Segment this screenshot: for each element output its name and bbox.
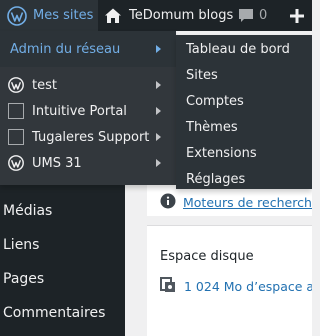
search-engines-label: Moteurs de recherche [183,195,312,210]
search-engines-link[interactable]: Moteurs de recherche [160,193,312,212]
chevron-right-icon [156,159,161,167]
sidebar-item-liens[interactable]: Liens [0,228,125,262]
disk-space-label: 1 024 Mo d’espace au [184,279,312,294]
network-admin-section: Admin du réseau [0,31,176,67]
chevron-right-icon [156,81,161,89]
admin-bar: Mes sites TeDomum blogs 0 [0,0,312,31]
submenu-item-comptes[interactable]: Comptes [186,88,244,114]
site-item-intuitive-portal[interactable]: Intuitive Portal [0,98,176,124]
disk-space-title: Espace disque [160,249,254,264]
comments-button[interactable]: 0 [238,0,267,31]
my-sites-button[interactable]: Mes sites [0,0,98,31]
my-sites-dropdown: Admin du réseau test Intuitive Portal Tu… [0,31,176,185]
blavatar-icon [8,129,24,145]
submenu-item-sites[interactable]: Sites [186,62,218,88]
info-icon [160,193,176,212]
blavatar-icon [8,103,24,119]
submenu-item-label: Thèmes [186,119,238,135]
sidebar-item-label: Médias [3,203,53,219]
wordpress-icon [8,155,24,175]
site-item-label: Tugaleres Support [32,129,150,145]
comments-count: 0 [259,8,268,23]
sidebar-item-label: Commentaires [3,305,106,321]
wp-admin-screen: Moteurs de recherche Espace disque 1 024… [0,0,312,336]
home-icon [104,7,122,25]
sidebar-item-label: Pages [3,271,45,287]
submenu-item-label: Comptes [186,93,244,109]
sites-list: test Intuitive Portal Tugaleres Support [0,67,176,185]
wordpress-icon [8,77,24,97]
sidebar-item-medias[interactable]: Médias [0,194,125,228]
chevron-right-icon [156,45,161,53]
submenu-item-themes[interactable]: Thèmes [186,114,238,140]
site-item-tugaleres-support[interactable]: Tugaleres Support [0,124,176,150]
network-admin-label: Admin du réseau [10,41,121,57]
disk-space-link[interactable]: 1 024 Mo d’espace au [160,277,312,296]
site-item-ums-31[interactable]: UMS 31 [0,150,176,176]
submenu-item-label: Réglages [186,171,246,187]
my-sites-label: Mes sites [33,8,94,23]
media-icon [160,277,177,296]
site-item-label: test [32,77,57,93]
submenu-item-label: Sites [186,67,218,83]
submenu-item-reglages[interactable]: Réglages [186,166,245,192]
chevron-right-icon [156,133,161,141]
network-admin-item[interactable]: Admin du réseau [0,36,176,62]
submenu-item-label: Extensions [186,145,257,161]
site-item-test[interactable]: test [0,72,176,98]
plus-icon [290,8,304,23]
site-item-label: Intuitive Portal [32,103,127,119]
submenu-item-label: Tableau de bord [186,41,290,57]
sidebar-item-commentaires[interactable]: Commentaires [0,296,125,330]
submenu-item-extensions[interactable]: Extensions [186,140,257,166]
chevron-right-icon [156,107,161,115]
panel-gap [147,216,312,225]
sidebar-item-pages[interactable]: Pages [0,262,125,296]
network-admin-submenu: Tableau de bord Sites Comptes Thèmes Ext… [176,35,312,189]
comment-icon [238,8,254,24]
sidebar-item-label: Liens [3,237,40,253]
site-name-label: TeDomum blogs [129,8,234,23]
site-name-button[interactable]: TeDomum blogs [104,0,233,31]
site-item-label: UMS 31 [32,155,82,171]
wordpress-icon [7,5,27,26]
new-content-button[interactable] [290,0,304,31]
submenu-item-tableau-de-bord[interactable]: Tableau de bord [186,36,290,62]
